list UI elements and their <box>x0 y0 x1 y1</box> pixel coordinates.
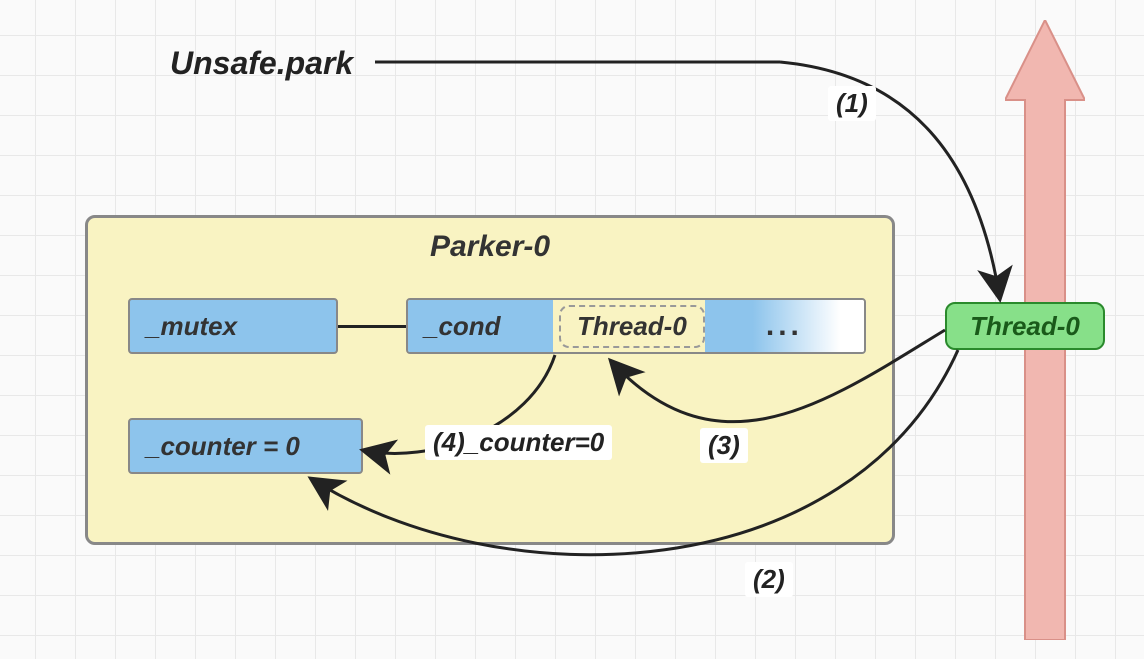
step-1-label: (1) <box>828 86 876 121</box>
mutex-cond-connector <box>338 325 406 328</box>
cond-box: _cond Thread-0 ... <box>406 298 866 354</box>
mutex-box: _mutex <box>128 298 338 354</box>
cond-more: ... <box>705 300 864 352</box>
parker-title: Parker-0 <box>430 230 550 264</box>
parker-container: Parker-0 _mutex _cond Thread-0 ... _coun… <box>85 215 895 545</box>
cond-thread-slot: Thread-0 <box>559 305 705 348</box>
step-3-label: (3) <box>700 428 748 463</box>
step-4-label: (4)_counter=0 <box>425 425 612 460</box>
thread-green-box: Thread-0 <box>945 302 1105 350</box>
unsafe-park-label: Unsafe.park <box>170 45 353 82</box>
counter-box: _counter = 0 <box>128 418 363 474</box>
cond-label: _cond <box>408 300 553 352</box>
step-2-label: (2) <box>745 562 793 597</box>
diagram-canvas: Unsafe.park Parker-0 _mutex _cond Thread… <box>0 0 1144 659</box>
